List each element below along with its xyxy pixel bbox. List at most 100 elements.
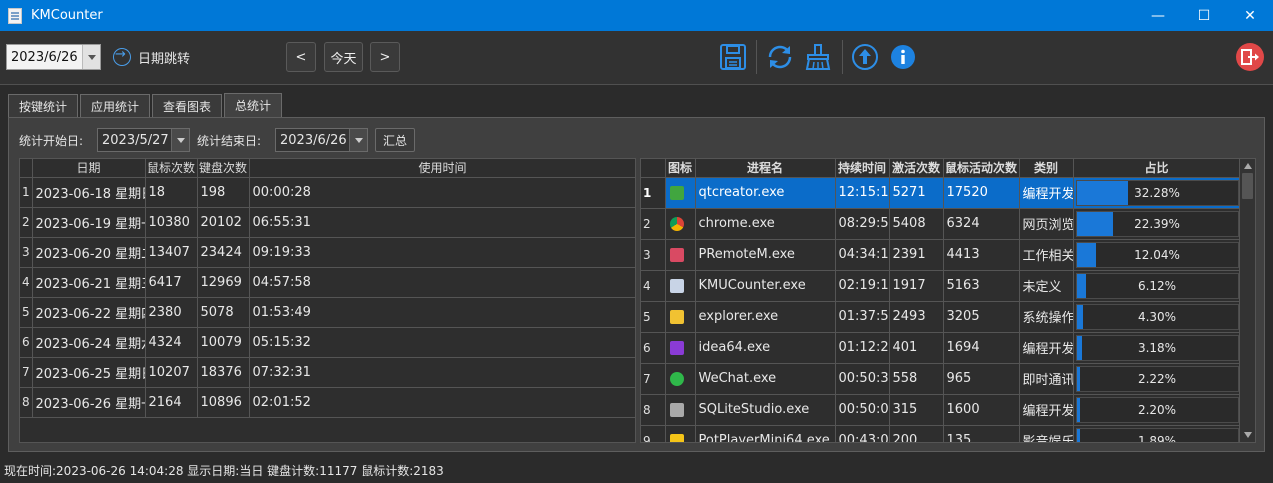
share-percent-text: 32.28%	[1134, 185, 1180, 200]
duration-cell: 01:12:25	[835, 332, 890, 364]
chevron-down-icon[interactable]	[171, 129, 189, 151]
row-number-cell: 1	[20, 177, 33, 208]
minimize-button[interactable]: —	[1135, 0, 1181, 31]
kmucounter-icon	[669, 278, 684, 293]
end-date-combo[interactable]: 2023/6/26	[275, 128, 368, 152]
column-header[interactable]: 使用时间	[249, 159, 635, 178]
table-row[interactable]: 2 2023-06-19 星期一 10380 20102 06:55:31	[20, 207, 635, 238]
table-row[interactable]: 5 2023-06-22 星期四 2380 5078 01:53:49	[20, 297, 635, 328]
table-row[interactable]: 5 explorer.exe01:37:5224933205系统操作 4.30%	[641, 301, 1241, 333]
exit-icon[interactable]	[1235, 42, 1265, 72]
column-header[interactable]: 鼠标次数	[145, 159, 198, 178]
today-button[interactable]: 今天	[324, 42, 363, 72]
tab-app-stats[interactable]: 应用统计	[80, 94, 151, 117]
tab-total-stats[interactable]: 总统计	[224, 93, 283, 117]
keyboard-count-cell: 10896	[197, 387, 250, 418]
column-header[interactable]: 激活次数	[889, 159, 944, 178]
tab-key-stats[interactable]: 按键统计	[8, 94, 79, 117]
mouse-count-cell: 6417	[145, 267, 198, 298]
table-row[interactable]: 3 2023-06-20 星期二 13407 23424 09:19:33	[20, 237, 635, 268]
tab-charts[interactable]: 查看图表	[152, 94, 223, 117]
table-row[interactable]: 4 2023-06-21 星期三 6417 12969 04:57:58	[20, 267, 635, 298]
clean-broom-icon[interactable]	[803, 42, 833, 72]
row-number-cell: 8	[20, 387, 33, 418]
table-row[interactable]: 3 PRemoteM.exe04:34:1023914413工作相关 12.04%	[641, 239, 1241, 271]
scroll-up-arrow-icon[interactable]	[1240, 159, 1255, 173]
activation-count-cell: 5271	[889, 177, 944, 209]
chevron-down-icon[interactable]	[349, 129, 367, 151]
refresh-icon[interactable]	[765, 42, 795, 72]
table-row[interactable]: 7 2023-06-25 星期日 10207 18376 07:32:31	[20, 357, 635, 388]
next-day-button[interactable]: >	[370, 42, 400, 72]
mouse-count-cell: 2164	[145, 387, 198, 418]
category-cell: 影音娱乐	[1019, 425, 1074, 442]
chevron-down-icon[interactable]	[82, 45, 100, 69]
category-cell: 编程开发	[1019, 332, 1074, 364]
summary-button[interactable]: 汇总	[375, 128, 415, 152]
explorer-icon	[669, 309, 684, 324]
info-icon[interactable]	[888, 42, 918, 72]
activation-count-cell: 5408	[889, 208, 944, 240]
scrollbar-thumb[interactable]	[1242, 173, 1253, 199]
share-progress-bar: 4.30%	[1075, 303, 1239, 330]
table-row[interactable]: 8 2023-06-26 星期一 2164 10896 02:01:52	[20, 387, 635, 418]
row-number-cell: 4	[641, 270, 666, 302]
process-name-cell: SQLiteStudio.exe	[695, 394, 836, 426]
date-jump-button[interactable]: 日期跳转	[113, 47, 190, 67]
process-name-cell: PotPlayerMini64.exe	[695, 425, 836, 442]
prev-day-button[interactable]: <	[286, 42, 316, 72]
row-number-cell: 9	[641, 425, 666, 442]
keyboard-count-cell: 23424	[197, 237, 250, 268]
column-header[interactable]: 持续时间	[835, 159, 890, 178]
maximize-button[interactable]: ☐	[1181, 0, 1227, 31]
category-cell: 未定义	[1019, 270, 1074, 302]
column-header[interactable]: 键盘次数	[197, 159, 250, 178]
vertical-scrollbar[interactable]	[1239, 159, 1255, 442]
column-header[interactable]: 图标	[665, 159, 696, 178]
activation-count-cell: 200	[889, 425, 944, 442]
column-header[interactable]: 日期	[32, 159, 146, 178]
date-combo[interactable]: 2023/6/26	[6, 44, 101, 70]
usage-time-cell: 02:01:52	[249, 387, 635, 418]
table-row[interactable]: 8 SQLiteStudio.exe00:50:083151600编程开发 2.20…	[641, 394, 1241, 426]
table-row[interactable]: 1 qtcreator.exe12:15:15527117520编程开发 32.28…	[641, 177, 1241, 209]
wechat-icon	[669, 371, 684, 386]
save-icon[interactable]	[718, 42, 748, 72]
duration-cell: 00:50:08	[835, 394, 890, 426]
row-number-cell: 2	[20, 207, 33, 238]
keyboard-count-cell: 12969	[197, 267, 250, 298]
upload-icon[interactable]	[850, 42, 880, 72]
title-bar: KMCounter — ☐ ✕	[0, 0, 1273, 31]
table-row[interactable]: 1 2023-06-18 星期日 18 198 00:00:28	[20, 177, 635, 208]
date-cell: 2023-06-21 星期三	[32, 267, 146, 298]
share-cell: 4.30%	[1073, 301, 1241, 333]
row-number-cell: 5	[20, 297, 33, 328]
table-row[interactable]: 6 idea64.exe01:12:254011694编程开发 3.18%	[641, 332, 1241, 364]
enter-arrow-icon	[113, 47, 131, 66]
share-percent-text: 2.22%	[1137, 371, 1177, 386]
table-row[interactable]: 7 WeChat.exe00:50:30558965即时通讯 2.22%	[641, 363, 1241, 395]
process-name-cell: idea64.exe	[695, 332, 836, 364]
column-header[interactable]: 进程名	[695, 159, 836, 178]
column-header[interactable]: 类别	[1019, 159, 1074, 178]
column-header[interactable]: 鼠标活动次数	[943, 159, 1020, 178]
table-row[interactable]: 9 PotPlayerMini64.exe00:43:04200135影音娱乐 1.…	[641, 425, 1241, 442]
share-progress-bar: 22.39%	[1075, 210, 1239, 237]
keyboard-count-cell: 198	[197, 177, 250, 208]
category-cell: 工作相关	[1019, 239, 1074, 271]
share-cell: 2.20%	[1073, 394, 1241, 426]
duration-cell: 00:50:30	[835, 363, 890, 395]
table-row[interactable]: 6 2023-06-24 星期六 4324 10079 05:15:32	[20, 327, 635, 358]
process-name-cell: chrome.exe	[695, 208, 836, 240]
date-cell: 2023-06-18 星期日	[32, 177, 146, 208]
usage-time-cell: 06:55:31	[249, 207, 635, 238]
duration-cell: 01:37:52	[835, 301, 890, 333]
close-button[interactable]: ✕	[1227, 0, 1273, 31]
start-date-combo[interactable]: 2023/5/27	[97, 128, 190, 152]
scroll-down-arrow-icon[interactable]	[1240, 428, 1255, 442]
column-header[interactable]: 占比	[1073, 159, 1241, 178]
table-row[interactable]: 2 chrome.exe08:29:5654086324网页浏览 22.39%	[641, 208, 1241, 240]
table-row[interactable]: 4 KMUCounter.exe02:19:1619175163未定义 6.12%	[641, 270, 1241, 302]
share-progress-bar: 12.04%	[1075, 241, 1239, 268]
end-date-value: 2023/6/26	[280, 132, 347, 148]
